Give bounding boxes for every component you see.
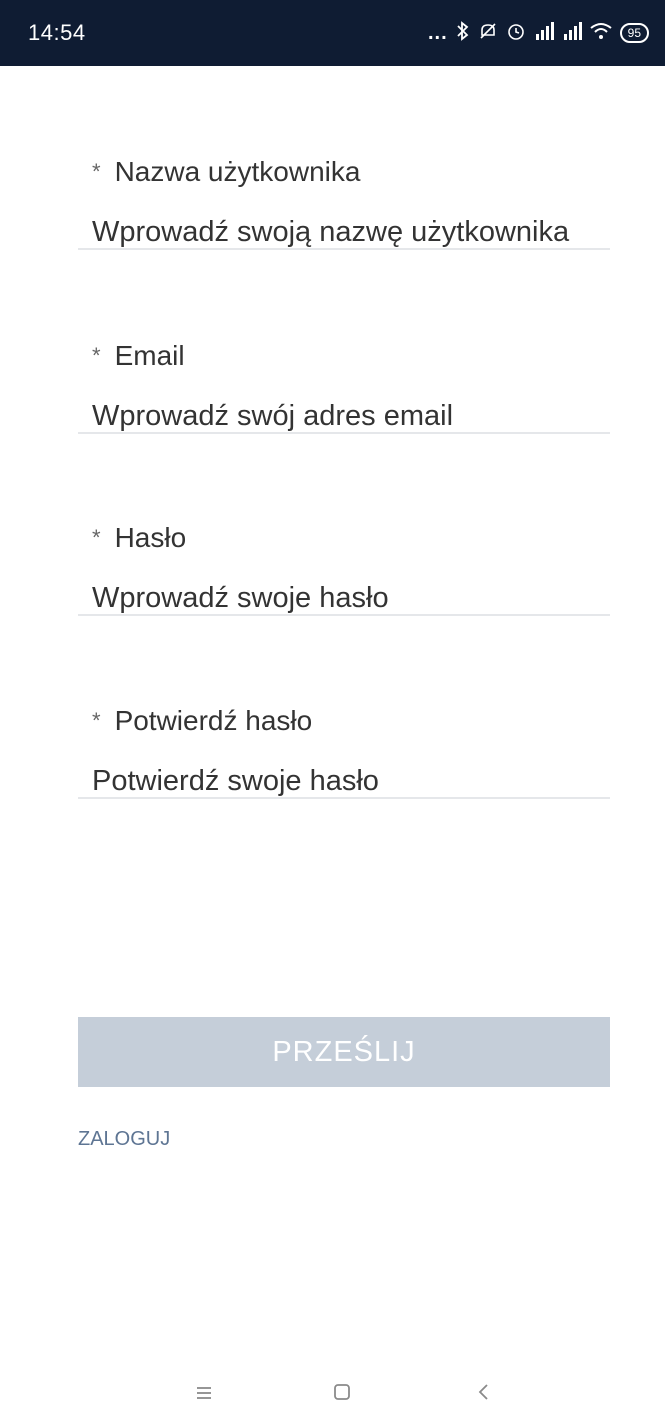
navigation-bar [0, 1370, 665, 1420]
menu-icon[interactable] [195, 1378, 213, 1409]
email-label: * Email [92, 340, 185, 372]
submit-button[interactable]: PRZEŚLIJ [78, 1017, 610, 1087]
username-label-text: Nazwa użytkownika [114, 156, 361, 187]
password-label: * Hasło [92, 522, 186, 554]
username-label: * Nazwa użytkownika [92, 156, 360, 188]
wifi-icon [590, 22, 612, 45]
more-notifications-icon: ... [427, 21, 448, 44]
email-label-text: Email [114, 340, 185, 371]
email-input[interactable] [92, 400, 610, 433]
bluetooth-icon [456, 20, 470, 46]
alarm-icon [506, 21, 526, 46]
required-marker: * [92, 159, 101, 184]
confirm-password-field: * Potwierdź hasło [78, 615, 610, 799]
status-icons: ... 95 [427, 20, 649, 46]
signal-icon-2 [562, 21, 582, 45]
required-marker: * [92, 343, 101, 368]
username-field: * Nazwa użytkownika [78, 66, 610, 250]
confirm-password-input[interactable] [92, 765, 610, 798]
signal-icon-1 [534, 21, 554, 45]
chevron-left-icon[interactable] [476, 1378, 492, 1409]
mute-icon [478, 21, 498, 46]
status-bar: 14:54 ... 95 [0, 0, 665, 66]
required-marker: * [92, 708, 101, 733]
confirm-password-label-text: Potwierdź hasło [114, 705, 313, 736]
login-link[interactable]: ZALOGUJ [78, 1128, 170, 1151]
email-field: * Email [78, 250, 610, 434]
confirm-password-label: * Potwierdź hasło [92, 705, 312, 737]
password-field: * Hasło [78, 432, 610, 616]
required-marker: * [92, 525, 101, 550]
status-time: 14:54 [28, 20, 86, 45]
battery-icon: 95 [619, 23, 649, 43]
username-input[interactable] [92, 216, 610, 249]
password-label-text: Hasło [114, 522, 187, 553]
square-home-icon[interactable] [332, 1378, 352, 1409]
password-input[interactable] [92, 582, 610, 615]
